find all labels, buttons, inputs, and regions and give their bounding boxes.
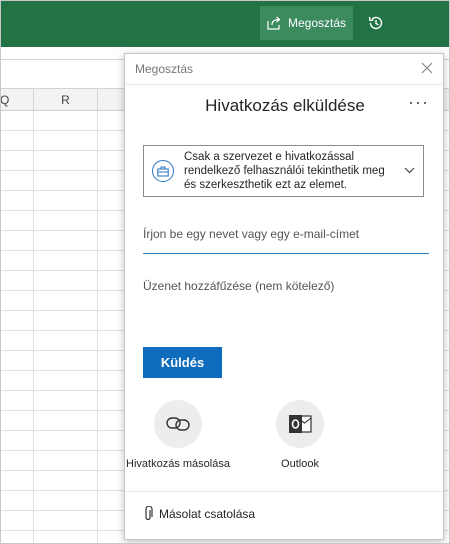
divider (125, 491, 443, 492)
column-header-r[interactable]: R (34, 89, 98, 111)
history-button[interactable] (364, 11, 388, 35)
ribbon-bar: Megosztás (0, 0, 450, 47)
outlook-icon (289, 415, 312, 433)
paperclip-icon (145, 506, 153, 521)
copy-link-option[interactable]: Hivatkozás másolása (126, 400, 230, 470)
share-icon (267, 16, 281, 30)
close-icon (421, 62, 433, 74)
attach-copy-button[interactable]: Másolat csatolása (143, 506, 255, 522)
column-header-label: R (61, 92, 70, 107)
close-button[interactable] (417, 58, 437, 78)
permission-dropdown[interactable]: Csak a szervezet e hivatkozással rendelk… (143, 145, 424, 197)
share-panel: Megosztás Hivatkozás elküldése ··· Csak … (124, 53, 444, 540)
link-icon (166, 417, 190, 431)
divider (125, 84, 443, 85)
history-icon (368, 16, 383, 30)
outlook-button[interactable] (276, 400, 324, 448)
message-input[interactable] (143, 274, 429, 334)
briefcase-icon (152, 160, 174, 182)
column-header-q[interactable]: Q (0, 89, 34, 111)
outlook-option[interactable]: Outlook (273, 400, 327, 470)
column-header-label: Q (0, 92, 10, 107)
copy-link-button[interactable] (154, 400, 202, 448)
chevron-down-icon (404, 165, 415, 177)
copy-link-label: Hivatkozás másolása (126, 458, 230, 470)
panel-caption: Megosztás (135, 62, 194, 76)
more-options-button[interactable]: ··· (408, 92, 429, 113)
panel-title: Hivatkozás elküldése (205, 96, 365, 115)
attach-copy-label: Másolat csatolása (159, 507, 256, 521)
share-button[interactable]: Megosztás (260, 6, 353, 40)
recipient-input[interactable] (143, 220, 429, 254)
permission-text: Csak a szervezet e hivatkozással rendelk… (184, 151, 385, 191)
share-button-label: Megosztás (288, 16, 347, 30)
outlook-label: Outlook (281, 458, 319, 470)
send-button[interactable]: Küldés (143, 347, 222, 378)
